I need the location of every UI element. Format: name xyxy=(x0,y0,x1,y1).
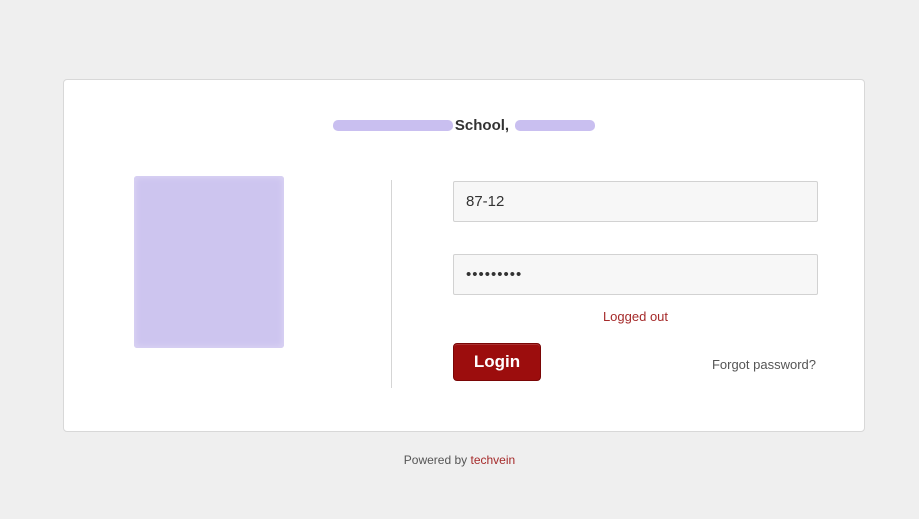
redacted-school-location xyxy=(515,119,596,131)
footer: Powered by techvein xyxy=(0,453,919,467)
vertical-divider xyxy=(391,180,392,388)
password-input[interactable] xyxy=(453,254,818,295)
school-name: School, xyxy=(454,116,510,134)
login-card: School, Logged out Login Forgot password… xyxy=(63,79,865,432)
powered-by-text: Powered by xyxy=(403,453,468,467)
school-logo xyxy=(134,176,284,348)
status-message: Logged out xyxy=(602,309,669,324)
techvein-link[interactable]: techvein xyxy=(471,453,516,467)
login-button[interactable]: Login xyxy=(453,343,541,381)
school-header: School, xyxy=(64,113,864,137)
redacted-school-prefix xyxy=(332,119,453,131)
username-input[interactable] xyxy=(453,181,818,222)
forgot-password-link[interactable]: Forgot password? xyxy=(712,357,816,372)
